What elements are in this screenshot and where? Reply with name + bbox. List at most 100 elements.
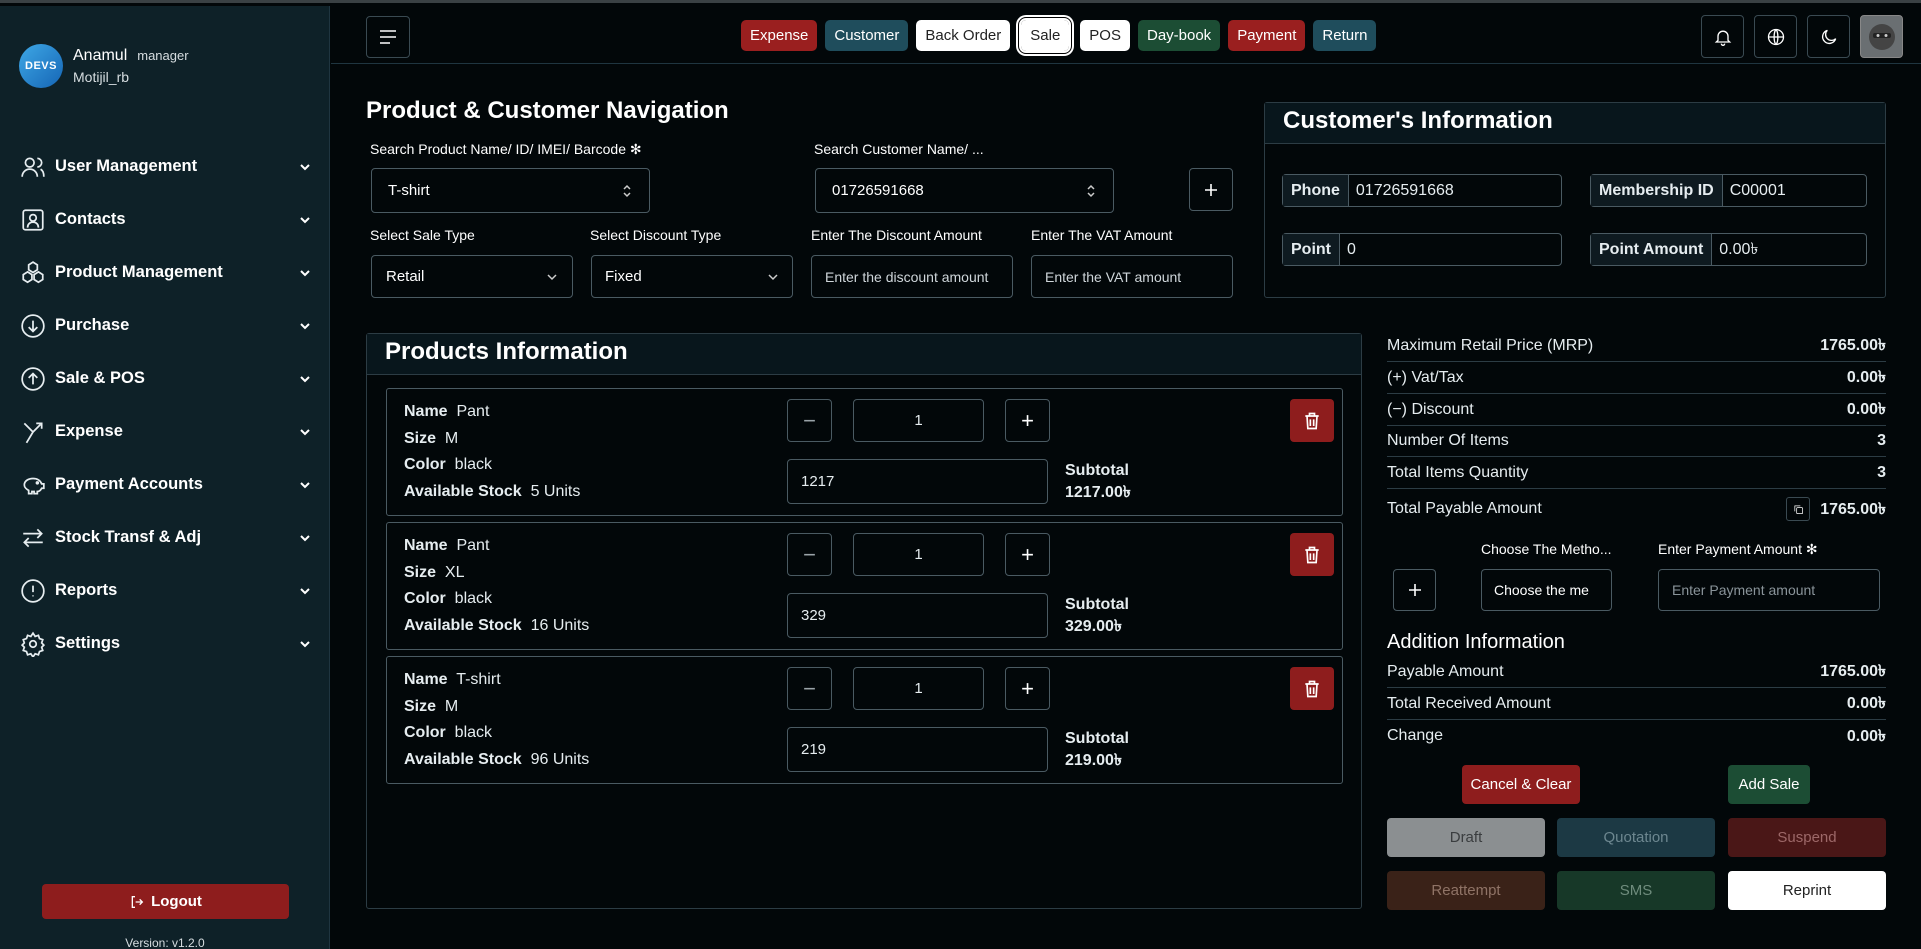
copy-icon	[1794, 504, 1803, 514]
sidebar-item-payment-accounts[interactable]: Payment Accounts	[20, 458, 312, 511]
cancel-clear-button[interactable]: Cancel & Clear	[1462, 765, 1580, 804]
increase-qty-button[interactable]: +	[1005, 399, 1050, 442]
chevron-down-icon	[300, 481, 310, 488]
quick-link-return[interactable]: Return	[1313, 20, 1377, 51]
addition-label: Payable Amount	[1387, 662, 1504, 680]
addition-row: Payable Amount 1765.00৳	[1387, 656, 1886, 688]
name-label: Name	[404, 403, 448, 420]
discount-type-select[interactable]: Fixed	[591, 255, 793, 298]
quick-links: Expense Customer Back Order Sale POS Day…	[741, 18, 1377, 53]
discount-amount-input[interactable]: Enter the discount amount	[811, 255, 1013, 298]
increase-qty-button[interactable]: +	[1005, 667, 1050, 710]
plus-icon	[1408, 584, 1421, 596]
product-search-select[interactable]: T-shirt	[371, 168, 650, 213]
discount-amount-label: Enter The Discount Amount	[811, 227, 982, 243]
suspend-button[interactable]: Suspend	[1728, 818, 1886, 857]
quick-link-payment[interactable]: Payment	[1228, 20, 1306, 51]
quotation-button[interactable]: Quotation	[1557, 818, 1715, 857]
chevron-down-icon	[300, 163, 310, 170]
sidebar-item-reports[interactable]: Reports	[20, 564, 312, 617]
sms-button[interactable]: SMS	[1557, 871, 1715, 910]
price-input[interactable]: 329	[787, 593, 1048, 638]
decrease-qty-button[interactable]: −	[787, 667, 832, 710]
summary-value: 1765.00৳	[1820, 500, 1886, 518]
logout-label: Logout	[151, 893, 202, 910]
payment-amount-input[interactable]: Enter Payment amount	[1658, 569, 1880, 611]
price-input[interactable]: 219	[787, 727, 1048, 772]
subtotal-label: Subtotal	[1065, 596, 1129, 613]
vat-amount-input[interactable]: Enter the VAT amount	[1031, 255, 1233, 298]
sidebar-item-product-management[interactable]: Product Management	[20, 246, 312, 299]
trash-icon	[1305, 546, 1319, 563]
page-title: Product & Customer Navigation	[366, 97, 729, 124]
updown-icon	[1087, 184, 1095, 197]
sidebar-item-settings[interactable]: Settings	[20, 617, 312, 670]
notification-button[interactable]	[1701, 15, 1744, 58]
theme-toggle-button[interactable]	[1807, 15, 1850, 58]
reattempt-button[interactable]: Reattempt	[1387, 871, 1545, 910]
language-button[interactable]	[1754, 15, 1797, 58]
quick-link-expense[interactable]: Expense	[741, 20, 818, 51]
product-color: black	[454, 724, 493, 741]
delete-product-button[interactable]	[1290, 667, 1334, 710]
customer-info-title: Customer's Information	[1265, 103, 1885, 144]
name-label: Name	[404, 537, 448, 554]
delete-product-button[interactable]	[1290, 533, 1334, 576]
topbar-actions	[1701, 15, 1903, 58]
quantity-input[interactable]: 1	[853, 399, 984, 442]
customer-search-select[interactable]: 01726591668	[815, 168, 1114, 213]
draft-button[interactable]: Draft	[1387, 818, 1545, 857]
increase-qty-button[interactable]: +	[1005, 533, 1050, 576]
contacts-icon	[22, 208, 44, 231]
sale-type-select[interactable]: Retail	[371, 255, 573, 298]
summary-value: 3	[1877, 431, 1886, 449]
piggy-bank-icon	[23, 477, 45, 495]
product-size: XL	[444, 563, 465, 581]
sidebar-item-stock-transfer[interactable]: Stock Transf & Adj	[20, 511, 312, 564]
menu-toggle-button[interactable]	[366, 16, 410, 58]
product-stock: 16 Units	[530, 616, 590, 634]
phone-label: Phone	[1283, 175, 1349, 206]
copy-button[interactable]	[1786, 497, 1811, 521]
summary-label: (−) Discount	[1387, 400, 1474, 418]
subtotal-value: 1217.00৳	[1065, 484, 1131, 501]
product-name: T-shirt	[456, 671, 501, 688]
sidebar-item-sale-pos[interactable]: Sale & POS	[20, 352, 312, 405]
sidebar-item-expense[interactable]: Expense	[20, 405, 312, 458]
logout-button[interactable]: Logout	[42, 884, 289, 919]
quantity-input[interactable]: 1	[853, 533, 984, 576]
products-title: Products Information	[367, 334, 1361, 375]
summary-label: (+) Vat/Tax	[1387, 368, 1464, 386]
quantity-input[interactable]: 1	[853, 667, 984, 710]
add-sale-button[interactable]: Add Sale	[1728, 765, 1810, 804]
quick-link-back-order[interactable]: Back Order	[916, 20, 1011, 51]
decrease-qty-button[interactable]: −	[787, 533, 832, 576]
add-payment-button[interactable]	[1393, 569, 1436, 611]
payment-amount-label: Enter Payment Amount ✻	[1658, 541, 1818, 557]
add-customer-button[interactable]	[1189, 168, 1233, 211]
profile-avatar[interactable]	[1860, 15, 1903, 58]
sidebar-item-purchase[interactable]: Purchase	[20, 299, 312, 352]
summary-row: (+) Vat/Tax 0.00৳	[1387, 362, 1886, 394]
point-amount-field: Point Amount 0.00৳	[1590, 233, 1867, 266]
quick-link-customer[interactable]: Customer	[825, 20, 909, 51]
settings-icon	[20, 631, 46, 657]
reports-icon	[21, 578, 45, 603]
delete-product-button[interactable]	[1290, 399, 1334, 442]
point-amount-label: Point Amount	[1591, 234, 1713, 265]
payment-method-select[interactable]: Choose the me	[1481, 569, 1612, 611]
sidebar-item-label: Expense	[55, 422, 123, 440]
sidebar-item-user-management[interactable]: User Management	[20, 140, 312, 193]
sidebar-item-label: Sale & POS	[55, 369, 145, 387]
products-icon	[22, 260, 44, 283]
vat-amount-label: Enter The VAT Amount	[1031, 227, 1173, 243]
expense-icon	[23, 421, 43, 443]
sidebar-item-contacts[interactable]: Contacts	[20, 193, 312, 246]
quick-link-day-book[interactable]: Day-book	[1137, 20, 1221, 51]
price-input[interactable]: 1217	[787, 459, 1048, 504]
decrease-qty-button[interactable]: −	[787, 399, 832, 442]
reprint-button[interactable]: Reprint	[1728, 871, 1886, 910]
quick-link-pos[interactable]: POS	[1080, 20, 1130, 51]
quick-link-sale[interactable]: Sale	[1019, 18, 1072, 53]
name-label: Name	[404, 671, 448, 688]
